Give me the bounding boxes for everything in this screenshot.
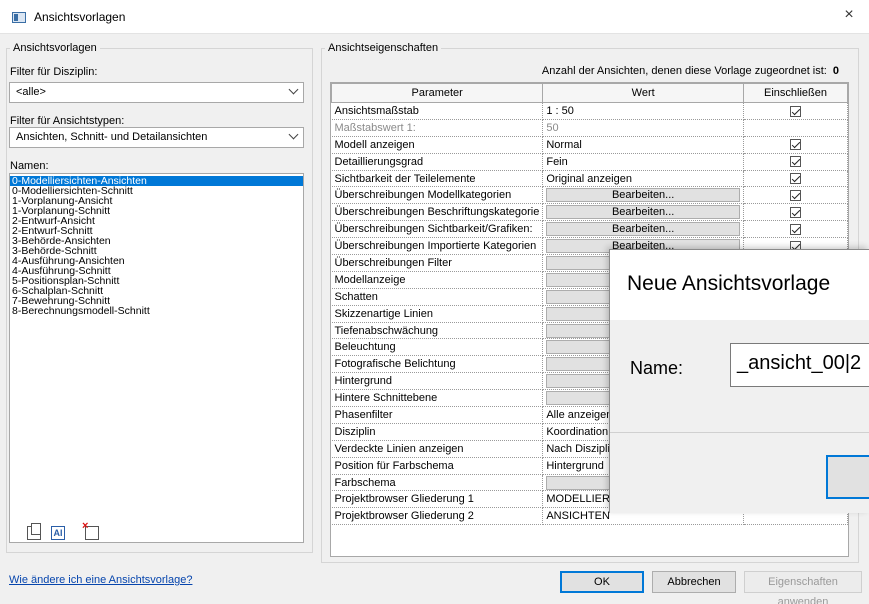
param-name: Hintere Schnittebene: [331, 389, 544, 408]
filter-viewtypes-label: Filter für Ansichtstypen:: [10, 115, 125, 127]
include-checkbox[interactable]: [789, 156, 801, 168]
param-name: Modell anzeigen: [331, 136, 544, 154]
list-item[interactable]: 8-Berechnungsmodell-Schnitt: [10, 306, 303, 317]
param-value-cell[interactable]: Bearbeiten...: [542, 186, 744, 205]
chevron-down-icon: [288, 129, 299, 140]
param-name: Überschreibungen Filter: [331, 254, 544, 272]
table-row[interactable]: Sichtbarkeit der Teilelemente Original an…: [331, 170, 848, 188]
assigned-count-value: 0: [832, 65, 839, 77]
param-value[interactable]: Normal: [542, 136, 744, 154]
separator: [610, 432, 869, 433]
param-name: Tiefenabschwächung: [331, 322, 544, 340]
param-name: Projektbrowser Gliederung 2: [331, 507, 544, 526]
param-name: Farbschema: [331, 474, 544, 492]
param-name: Disziplin: [331, 423, 544, 441]
param-name: Sichtbarkeit der Teilelemente: [331, 170, 544, 188]
include-cell[interactable]: [743, 203, 848, 222]
table-row[interactable]: Überschreibungen Sichtbarkeit/Grafiken: B…: [331, 220, 848, 239]
properties-group-label: Ansichtseigenschaften: [325, 42, 442, 54]
param-name: Position für Farbschema: [331, 457, 544, 475]
param-name: Modellanzeige: [331, 271, 544, 289]
param-value[interactable]: Original anzeigen: [542, 170, 744, 188]
names-label: Namen:: [10, 160, 49, 172]
param-value[interactable]: 50: [542, 119, 744, 137]
names-listbox[interactable]: 0-Modelliersichten-Ansichten 0-Modelliers…: [9, 173, 304, 543]
help-link[interactable]: Wie ändere ich eine Ansichtsvorlage?: [9, 574, 192, 586]
param-name: Fotografische Belichtung: [331, 355, 544, 374]
table-row[interactable]: Maßstabswert 1: 50: [331, 119, 848, 137]
param-name: Verdeckte Linien anzeigen: [331, 440, 544, 458]
param-name: Hintergrund: [331, 372, 544, 391]
param-name: Überschreibungen Importierte Kategorien: [331, 237, 544, 256]
filter-discipline-select[interactable]: <alle>: [9, 82, 304, 103]
title-bar: Ansichtsvorlagen ×: [0, 0, 869, 34]
new-template-title: Neue Ansichtsvorlage: [610, 250, 869, 320]
col-header-include[interactable]: Einschließen: [742, 83, 848, 103]
table-row[interactable]: Überschreibungen Beschriftungskategorie B…: [331, 203, 848, 222]
apply-properties-button: Eigenschaften anwenden: [744, 571, 862, 604]
include-checkbox[interactable]: [789, 105, 801, 117]
rename-icon[interactable]: AI: [51, 526, 65, 540]
param-name: Projektbrowser Gliederung 1: [331, 490, 544, 509]
duplicate-icon[interactable]: [27, 523, 41, 540]
table-row[interactable]: Detaillierungsgrad Fein: [331, 153, 848, 171]
include-cell[interactable]: [743, 153, 848, 171]
filter-viewtypes-value: Ansichten, Schnitt- und Detailansichten: [16, 131, 208, 143]
templates-group-label: Ansichtsvorlagen: [10, 42, 100, 54]
new-template-ok-button[interactable]: [826, 455, 869, 499]
assigned-count: Anzahl der Ansichten, denen diese Vorlag…: [542, 65, 839, 77]
include-cell[interactable]: [743, 170, 848, 188]
include-checkbox[interactable]: [789, 139, 801, 151]
include-checkbox[interactable]: [789, 173, 801, 185]
include-checkbox[interactable]: [789, 206, 801, 218]
chevron-down-icon: [288, 84, 299, 95]
param-name: Phasenfilter: [331, 406, 544, 424]
filter-viewtypes-select[interactable]: Ansichten, Schnitt- und Detailansichten: [9, 127, 304, 148]
assigned-count-label: Anzahl der Ansichten, denen diese Vorlag…: [541, 65, 827, 77]
param-name: Detaillierungsgrad: [331, 153, 544, 171]
include-cell[interactable]: [743, 102, 848, 120]
param-value[interactable]: Fein: [542, 153, 744, 171]
table-row[interactable]: Modell anzeigen Normal: [331, 136, 848, 154]
include-cell[interactable]: [743, 119, 848, 137]
param-name: Beleuchtung: [331, 338, 544, 357]
param-name: Überschreibungen Modellkategorien: [331, 186, 544, 205]
app-icon: [12, 12, 26, 23]
table-row[interactable]: Überschreibungen Modellkategorien Bearbei…: [331, 186, 848, 205]
param-name: Schatten: [331, 288, 544, 306]
edit-button[interactable]: Bearbeiten...: [546, 188, 740, 203]
param-name: Überschreibungen Sichtbarkeit/Grafiken:: [331, 220, 544, 239]
filter-discipline-value: <alle>: [16, 86, 46, 98]
param-value-cell[interactable]: Bearbeiten...: [542, 203, 744, 222]
new-template-dialog: Neue Ansichtsvorlage Name: _ansicht_00|2: [609, 249, 869, 513]
param-value[interactable]: 1 : 50: [542, 102, 744, 120]
filter-discipline-label: Filter für Disziplin:: [10, 66, 98, 78]
new-template-name-input[interactable]: _ansicht_00|2: [730, 343, 869, 387]
edit-button[interactable]: Bearbeiten...: [546, 222, 740, 237]
param-name: Ansichtsmaßstab: [331, 102, 544, 120]
param-name: Skizzenartige Linien: [331, 305, 544, 323]
col-header-value[interactable]: Wert: [542, 83, 744, 103]
include-cell[interactable]: [743, 186, 848, 205]
new-template-name-label: Name:: [630, 358, 684, 378]
col-header-parameter[interactable]: Parameter: [331, 83, 544, 103]
include-checkbox[interactable]: [789, 189, 801, 201]
window-title: Ansichtsvorlagen: [34, 10, 126, 24]
ok-button[interactable]: OK: [560, 571, 644, 593]
param-value-cell[interactable]: Bearbeiten...: [542, 220, 744, 239]
delete-icon[interactable]: [82, 520, 99, 540]
table-row[interactable]: Ansichtsmaßstab 1 : 50: [331, 102, 848, 120]
param-name: Überschreibungen Beschriftungskategorie: [331, 203, 544, 222]
include-checkbox[interactable]: [789, 223, 801, 235]
include-cell[interactable]: [743, 220, 848, 239]
close-icon[interactable]: ×: [839, 6, 859, 24]
cancel-button[interactable]: Abbrechen: [652, 571, 736, 593]
include-cell[interactable]: [743, 136, 848, 154]
param-name: Maßstabswert 1:: [331, 119, 544, 137]
edit-button[interactable]: Bearbeiten...: [546, 205, 740, 220]
